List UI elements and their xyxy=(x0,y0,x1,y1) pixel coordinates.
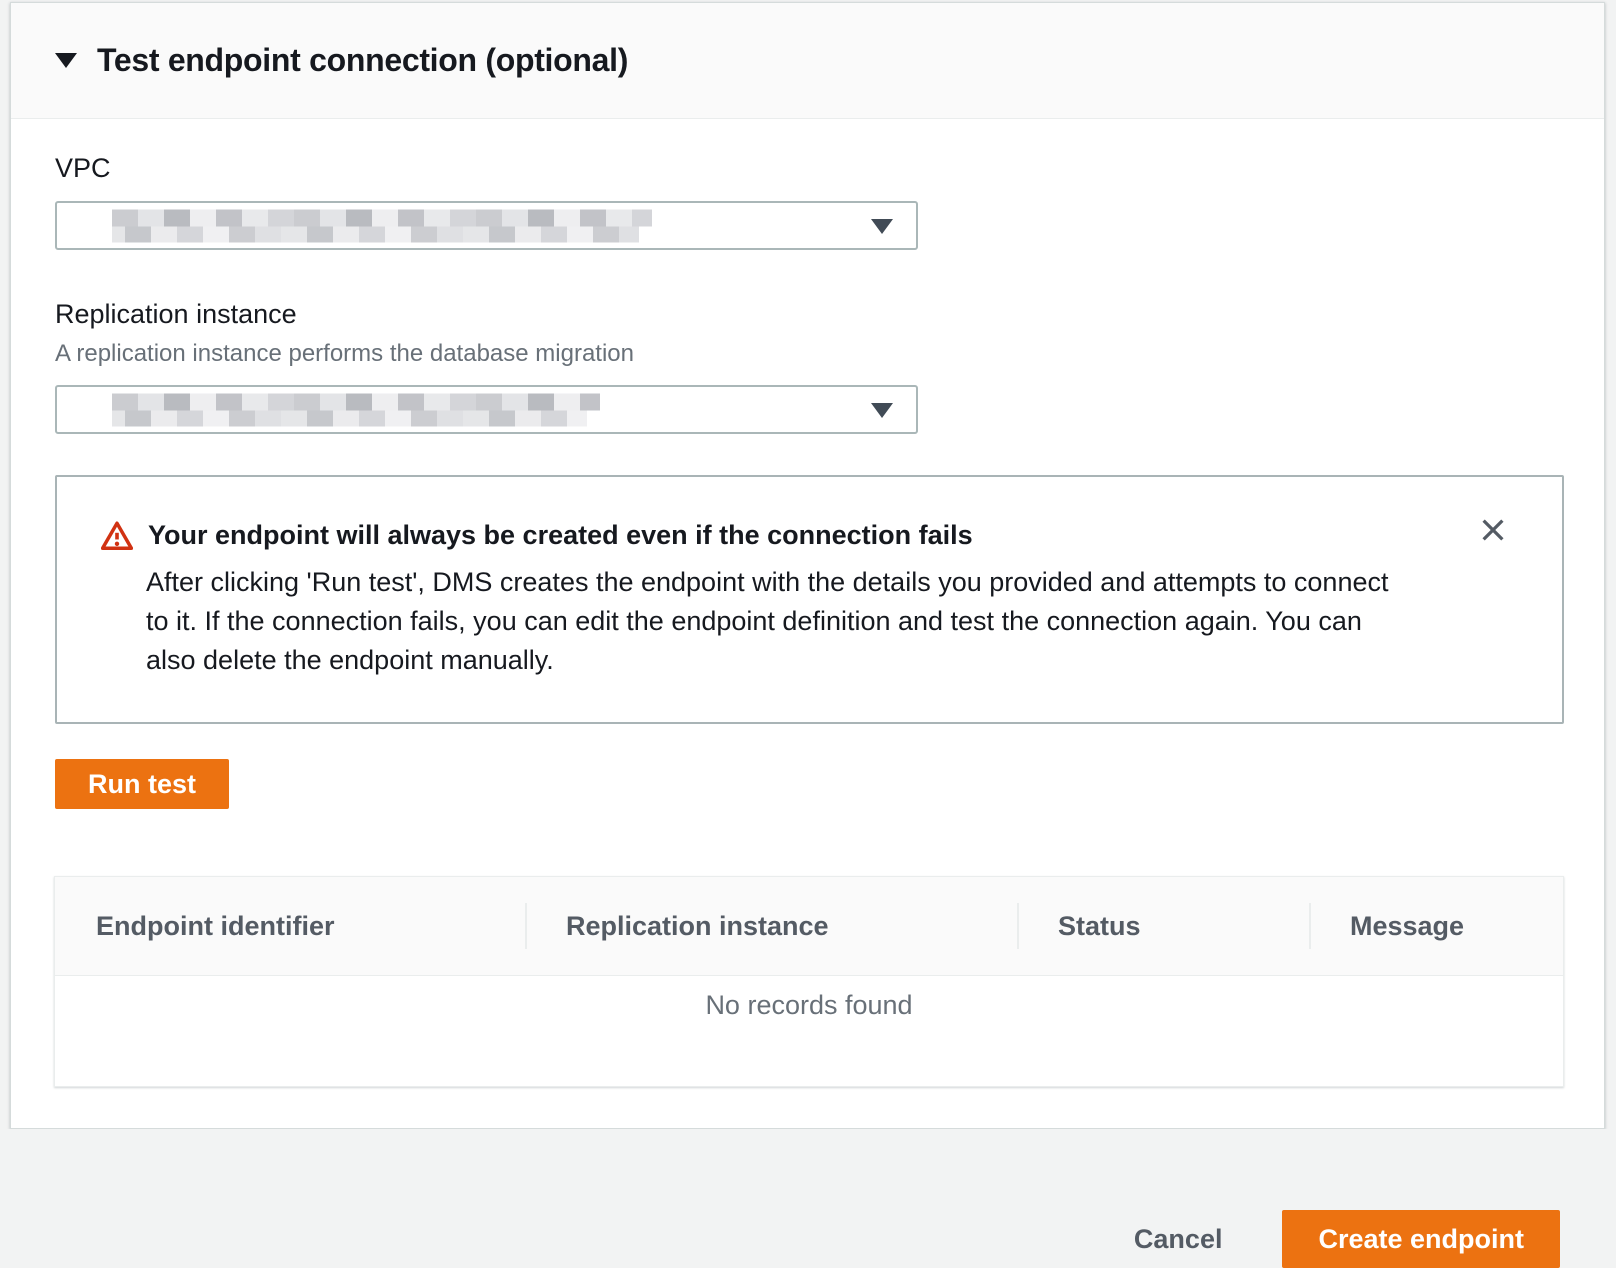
table-header-row: Endpoint identifier Replication instance… xyxy=(55,877,1563,976)
vpc-select[interactable] xyxy=(55,201,918,250)
section-header[interactable]: Test endpoint connection (optional) xyxy=(11,3,1604,119)
column-header-message: Message xyxy=(1309,911,1563,942)
cancel-button[interactable]: Cancel xyxy=(1134,1224,1223,1255)
vpc-label: VPC xyxy=(55,153,1564,184)
warning-alert-body-line: to it. If the connection fails, you can … xyxy=(146,602,1422,641)
section-title: Test endpoint connection (optional) xyxy=(97,42,628,79)
footer: Cancel Create endpoint xyxy=(0,1129,1616,1268)
replication-instance-label: Replication instance xyxy=(55,299,1564,330)
column-header-replication-instance: Replication instance xyxy=(525,911,1017,942)
table-empty-state: No records found xyxy=(55,976,1563,1086)
create-endpoint-button[interactable]: Create endpoint xyxy=(1282,1210,1560,1268)
caret-down-icon xyxy=(871,403,893,418)
vpc-field: VPC xyxy=(55,153,1564,250)
run-test-button[interactable]: Run test xyxy=(55,759,229,809)
column-header-status: Status xyxy=(1017,911,1309,942)
close-icon[interactable] xyxy=(1474,511,1512,549)
warning-alert-body-line: also delete the endpoint manually. xyxy=(146,641,1422,680)
redacted-replication-instance-value xyxy=(112,393,600,426)
warning-alert: Your endpoint will always be created eve… xyxy=(55,475,1564,724)
collapse-caret-icon[interactable] xyxy=(55,53,77,68)
section-body: VPC Replication instance A replication i… xyxy=(11,119,1604,1128)
replication-instance-select[interactable] xyxy=(55,385,918,434)
warning-alert-body: After clicking 'Run test', DMS creates t… xyxy=(146,563,1422,680)
test-endpoint-section: Test endpoint connection (optional) VPC … xyxy=(10,2,1605,1129)
warning-alert-title-row: Your endpoint will always be created eve… xyxy=(101,517,1422,557)
caret-down-icon xyxy=(871,219,893,234)
replication-instance-field: Replication instance A replication insta… xyxy=(55,299,1564,434)
warning-alert-body-line: After clicking 'Run test', DMS creates t… xyxy=(146,563,1422,602)
warning-alert-title: Your endpoint will always be created eve… xyxy=(148,517,973,553)
replication-instance-description: A replication instance performs the data… xyxy=(55,340,1564,368)
page: Test endpoint connection (optional) VPC … xyxy=(0,2,1616,1268)
column-header-endpoint-identifier: Endpoint identifier xyxy=(55,911,525,942)
footer-actions: Cancel Create endpoint xyxy=(0,1129,1616,1268)
test-results-table: Endpoint identifier Replication instance… xyxy=(54,876,1564,1087)
redacted-vpc-value xyxy=(112,209,652,242)
warning-triangle-icon xyxy=(101,520,133,557)
